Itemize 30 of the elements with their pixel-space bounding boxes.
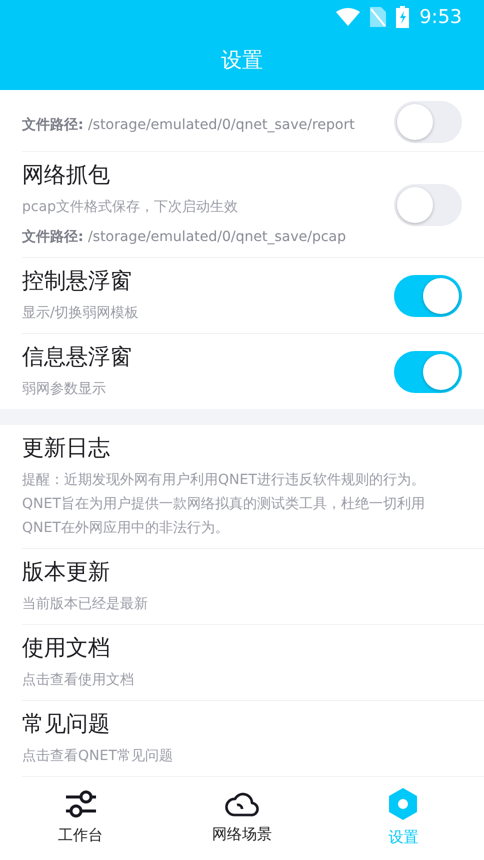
nav-tab[interactable]: 网络场景 xyxy=(161,780,323,860)
file-path: 文件路径: /storage/emulated/0/qnet_save/report xyxy=(22,116,355,135)
setting-title: 控制悬浮窗 xyxy=(22,268,132,296)
toggle-switch[interactable] xyxy=(394,350,462,392)
setting-title: 使用文档 xyxy=(22,635,110,663)
setting-title: 网络抓包 xyxy=(22,162,110,190)
setting-title: 版本更新 xyxy=(22,559,110,587)
setting-description: 显示/切换弱网模板 xyxy=(22,304,139,323)
page-title: 设置 xyxy=(221,47,263,74)
setting-title: 常见问题 xyxy=(22,711,110,739)
toggle-switch[interactable] xyxy=(394,101,462,143)
setting-description: 点击查看QNET常见问题 xyxy=(22,747,173,766)
setting-description: pcap文件格式保存，下次启动生效 xyxy=(22,198,238,217)
setting-description: 点击查看使用文档 xyxy=(22,671,134,690)
hexagon-icon xyxy=(388,788,418,820)
setting-description: 当前版本已经是最新 xyxy=(22,595,148,614)
sliders-icon xyxy=(64,790,97,818)
nav-tab[interactable]: 工作台 xyxy=(0,780,162,860)
setting-title: 更新日志 xyxy=(22,435,110,463)
setting-title: 信息悬浮窗 xyxy=(22,344,132,372)
cloud-icon xyxy=(224,790,259,816)
setting-description: 弱网参数显示 xyxy=(22,380,106,399)
file-path: 文件路径: /storage/emulated/0/qnet_save/pcap xyxy=(22,228,346,247)
no-sim-icon xyxy=(370,7,386,27)
setting-description: 提醒：近期发现外网有用户利用QNET进行违反软件规则的行为。QNET旨在为用户提供一款网络拟真的测试类工具，杜绝一切利用QNET在外网应用中的非法行为。 xyxy=(22,471,426,538)
wifi-icon xyxy=(336,8,360,26)
battery-icon xyxy=(396,6,410,28)
toggle-switch[interactable] xyxy=(394,184,462,226)
status-time: 9:53 xyxy=(419,6,462,28)
toggle-switch[interactable] xyxy=(394,274,462,316)
